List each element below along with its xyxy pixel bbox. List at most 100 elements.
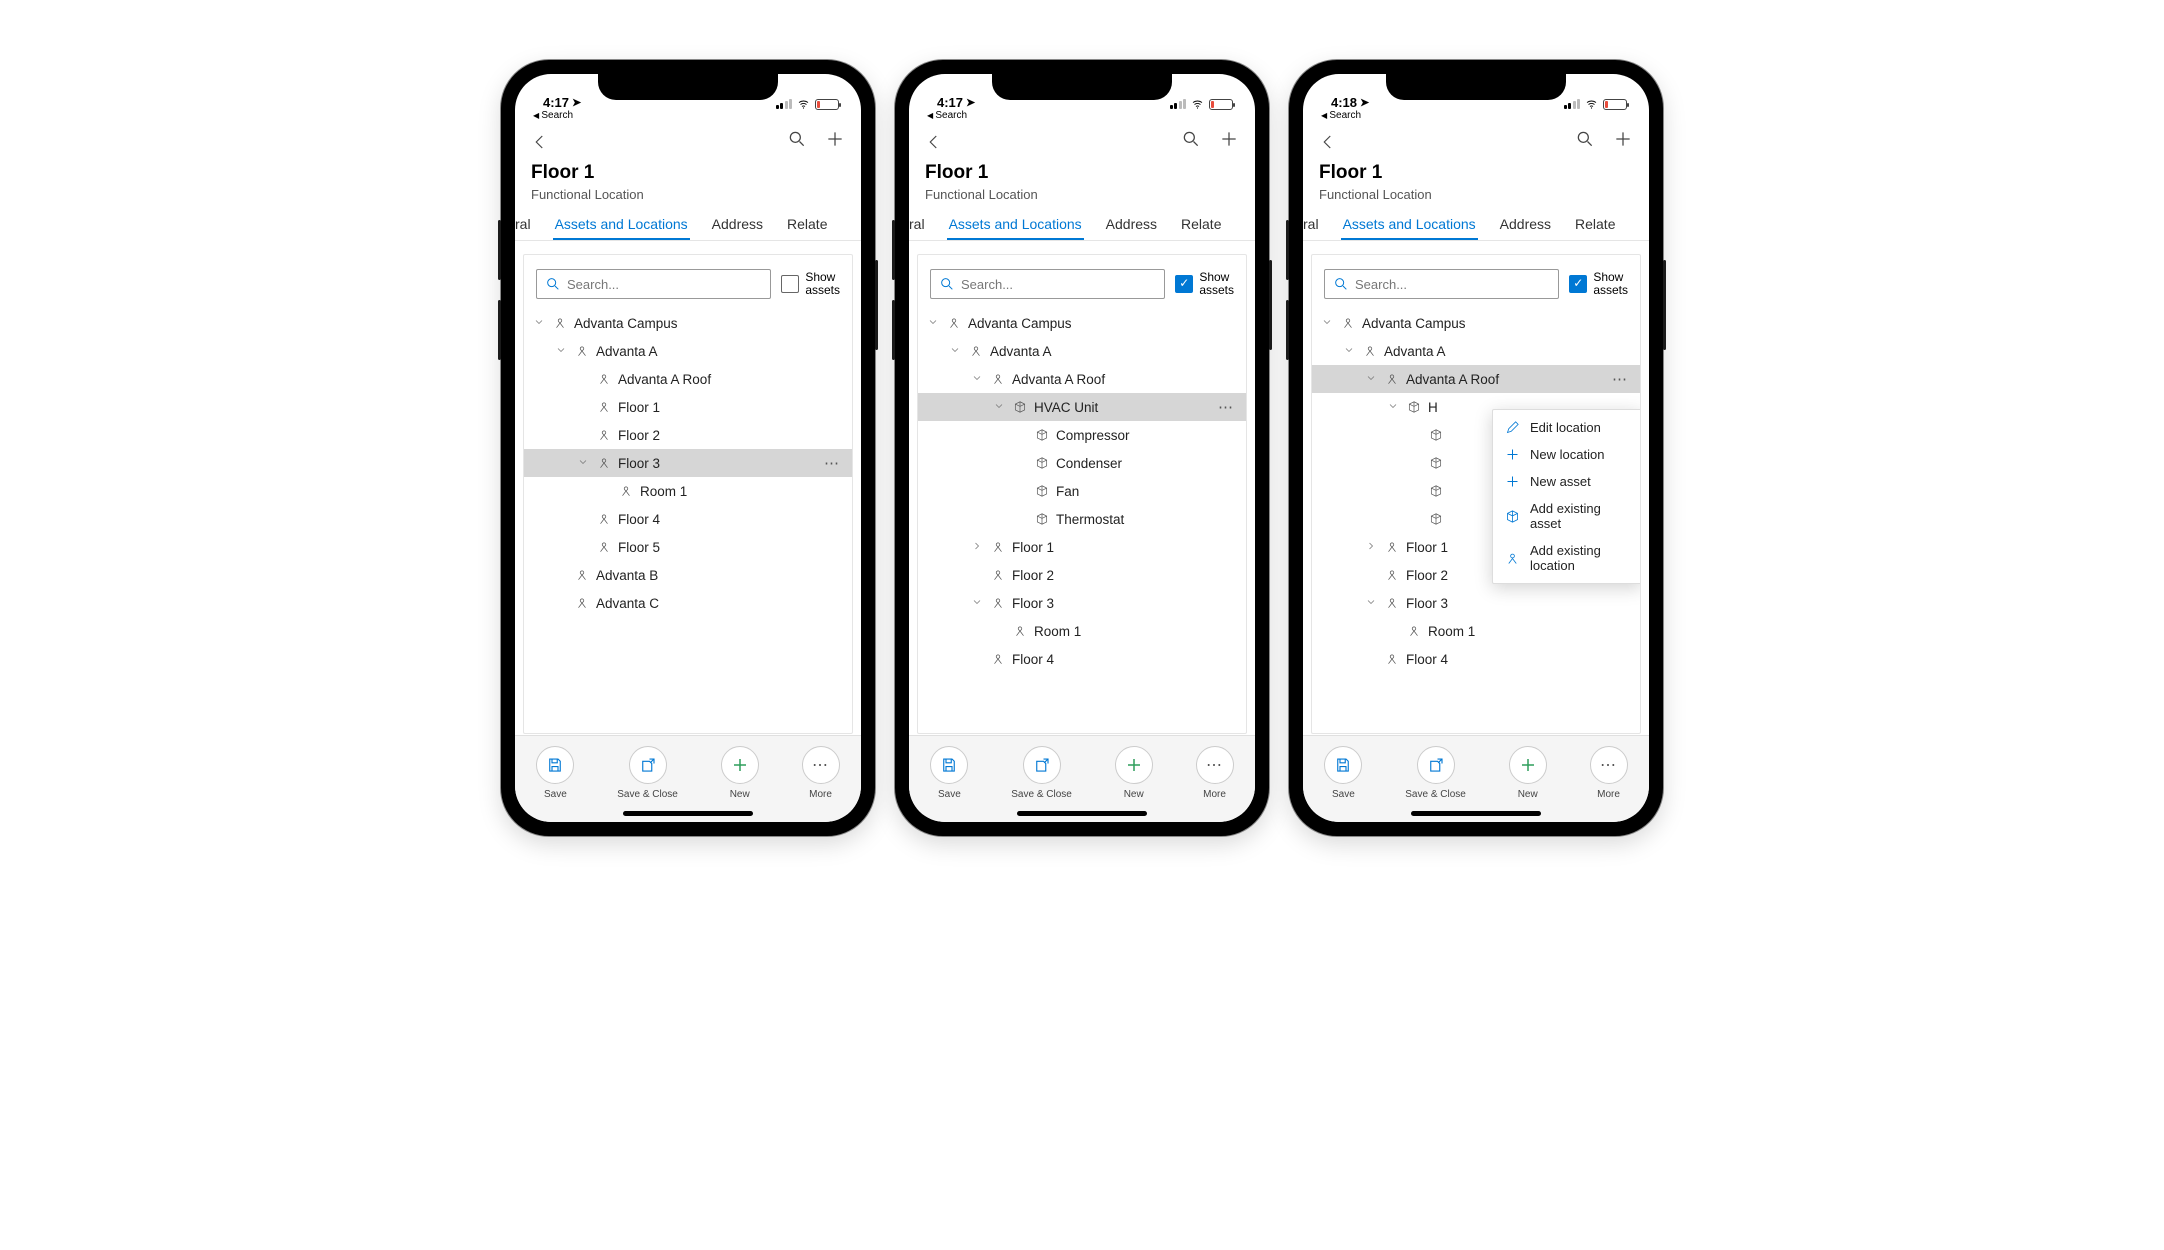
search-input[interactable]: Search... — [536, 269, 771, 299]
back-to-search[interactable]: Search — [1303, 110, 1649, 121]
tree-node[interactable]: Thermostat — [918, 505, 1246, 533]
tab-address[interactable]: Address — [1498, 208, 1553, 240]
search-icon[interactable] — [1181, 129, 1201, 154]
back-button[interactable] — [531, 131, 549, 153]
search-input[interactable]: Search... — [930, 269, 1165, 299]
show-assets-checkbox[interactable]: ✓ — [1569, 275, 1587, 293]
more-icon[interactable]: ⋯ — [1214, 398, 1238, 416]
tree-node[interactable]: Floor 3 — [1312, 589, 1640, 617]
tree-node[interactable]: Room 1 — [918, 617, 1246, 645]
tab-related[interactable]: Relate — [785, 208, 829, 240]
tree-node[interactable]: Floor 1 — [918, 533, 1246, 561]
search-icon[interactable] — [1575, 129, 1595, 154]
save-button[interactable]: Save — [1324, 746, 1362, 800]
menu-add-existing-asset[interactable]: Add existing asset — [1493, 495, 1641, 537]
more-button[interactable]: ⋯More — [802, 746, 840, 800]
tree-node[interactable]: Floor 2 — [524, 421, 852, 449]
back-button[interactable] — [925, 131, 943, 153]
asset-icon — [1426, 512, 1446, 526]
tab-address[interactable]: Address — [1104, 208, 1159, 240]
menu-new-asset[interactable]: New asset — [1493, 468, 1641, 495]
tab-assets-locations[interactable]: Assets and Locations — [553, 208, 690, 240]
tree-node[interactable]: Advanta Campus — [524, 309, 852, 337]
tab-general[interactable]: ral — [909, 208, 927, 240]
save-button[interactable]: Save — [536, 746, 574, 800]
tree-node[interactable]: Advanta B — [524, 561, 852, 589]
search-icon[interactable] — [787, 129, 807, 154]
tab-general[interactable]: ral — [515, 208, 533, 240]
location-icon — [1382, 596, 1402, 610]
add-icon[interactable] — [1613, 129, 1633, 154]
location-icon — [1382, 372, 1402, 386]
tree-node[interactable]: Floor 4 — [1312, 645, 1640, 673]
show-assets-toggle[interactable]: ✓ Showassets — [1175, 271, 1234, 297]
save-button[interactable]: Save — [930, 746, 968, 800]
tree-node-selected[interactable]: HVAC Unit⋯ — [918, 393, 1246, 421]
tree-node[interactable]: Floor 5 — [524, 533, 852, 561]
menu-add-existing-location[interactable]: Add existing location — [1493, 537, 1641, 579]
phone-3: 4:18➤ Search Floor 1Functional Location … — [1289, 60, 1663, 836]
tree-node[interactable]: Floor 4 — [524, 505, 852, 533]
menu-edit-location[interactable]: Edit location — [1493, 414, 1641, 441]
screen-1: 4:17➤ Search Floor 1 Functional Location… — [515, 74, 861, 822]
location-icon — [594, 372, 614, 386]
menu-new-location[interactable]: New location — [1493, 441, 1641, 468]
tree-node[interactable]: Advanta A — [918, 337, 1246, 365]
tree-node[interactable]: Floor 4 — [918, 645, 1246, 673]
tree-node[interactable]: Fan — [918, 477, 1246, 505]
tab-assets-locations[interactable]: Assets and Locations — [947, 208, 1084, 240]
tree-node[interactable]: Advanta C — [524, 589, 852, 617]
more-icon[interactable]: ⋯ — [1608, 370, 1632, 388]
more-icon[interactable]: ⋯ — [820, 454, 844, 472]
tree-node[interactable]: Room 1 — [1312, 617, 1640, 645]
tree-node[interactable]: Advanta Campus — [918, 309, 1246, 337]
show-assets-checkbox[interactable]: ✓ — [1175, 275, 1193, 293]
save-close-button[interactable]: Save & Close — [617, 746, 678, 800]
tab-related[interactable]: Relate — [1179, 208, 1223, 240]
more-button[interactable]: ⋯More — [1196, 746, 1234, 800]
page-subtitle: Functional Location — [1319, 187, 1633, 202]
wifi-icon — [796, 98, 811, 110]
back-to-search[interactable]: Search — [515, 110, 861, 121]
asset-icon — [1032, 456, 1052, 470]
asset-icon — [1426, 428, 1446, 442]
page-title: Floor 1 — [925, 162, 1239, 184]
cell-signal-icon — [776, 99, 793, 109]
tree-node[interactable]: Advanta A — [1312, 337, 1640, 365]
more-button[interactable]: ⋯More — [1590, 746, 1628, 800]
tree-node[interactable]: Advanta A — [524, 337, 852, 365]
new-button[interactable]: New — [1115, 746, 1153, 800]
save-close-button[interactable]: Save & Close — [1405, 746, 1466, 800]
add-icon[interactable] — [1219, 129, 1239, 154]
add-icon[interactable] — [825, 129, 845, 154]
tree-node[interactable]: Floor 2 — [918, 561, 1246, 589]
location-icon — [988, 568, 1008, 582]
tree-node[interactable]: Floor 3 — [918, 589, 1246, 617]
tab-general[interactable]: ral — [1303, 208, 1321, 240]
tree-node-selected[interactable]: Floor 3⋯ — [524, 449, 852, 477]
tab-address[interactable]: Address — [710, 208, 765, 240]
location-icon — [594, 428, 614, 442]
new-button[interactable]: New — [721, 746, 759, 800]
tree-node[interactable]: Advanta Campus — [1312, 309, 1640, 337]
show-assets-toggle[interactable]: Showassets — [781, 271, 840, 297]
save-close-button[interactable]: Save & Close — [1011, 746, 1072, 800]
tree-node[interactable]: Advanta A Roof — [918, 365, 1246, 393]
new-button[interactable]: New — [1509, 746, 1547, 800]
back-button[interactable] — [1319, 131, 1337, 153]
tree-node[interactable]: Condenser — [918, 449, 1246, 477]
show-assets-toggle[interactable]: ✓ Showassets — [1569, 271, 1628, 297]
tab-assets-locations[interactable]: Assets and Locations — [1341, 208, 1478, 240]
back-to-search[interactable]: Search — [909, 110, 1255, 121]
tree-node[interactable]: Room 1 — [524, 477, 852, 505]
screen-2: 4:17➤ Search Floor 1Functional Location … — [909, 74, 1255, 822]
tree-node[interactable]: Compressor — [918, 421, 1246, 449]
search-input[interactable]: Search... — [1324, 269, 1559, 299]
show-assets-checkbox[interactable] — [781, 275, 799, 293]
wifi-icon — [1584, 98, 1599, 110]
tree-node[interactable]: Advanta A Roof — [524, 365, 852, 393]
tree-node[interactable]: Floor 1 — [524, 393, 852, 421]
wifi-icon — [1190, 98, 1205, 110]
tree-node-selected[interactable]: Advanta A Roof⋯ — [1312, 365, 1640, 393]
tab-related[interactable]: Relate — [1573, 208, 1617, 240]
